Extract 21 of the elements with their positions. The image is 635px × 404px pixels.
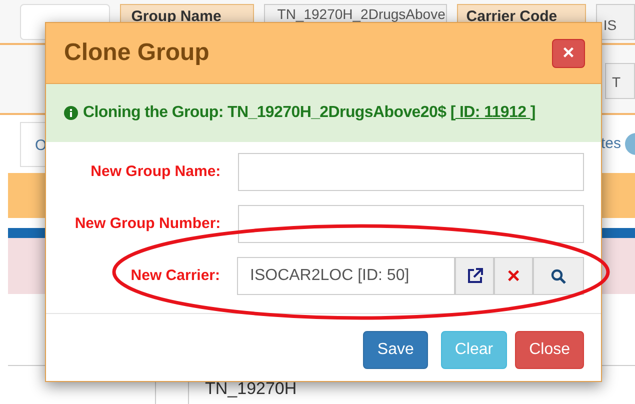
field-label: New Carrier: <box>130 266 220 286</box>
clear-button[interactable]: × <box>494 257 533 295</box>
external-link-icon <box>466 268 482 284</box>
search-icon <box>551 268 566 284</box>
input-field[interactable]: IS <box>596 4 635 40</box>
input-field[interactable] <box>238 205 584 243</box>
tab[interactable]: tes <box>600 132 621 156</box>
id-link[interactable]: ID: 11912 <box>455 104 530 121</box>
field-label: New Group Name: <box>90 162 221 182</box>
input-field[interactable]: T <box>605 63 635 99</box>
close-button[interactable]: × <box>552 38 585 68</box>
alert-message: Cloning the Group: TN_19270H_2DrugsAbove20$ [ ID: 11912 ] <box>83 103 536 123</box>
search-button[interactable] <box>533 257 584 295</box>
info-icon <box>64 106 78 120</box>
dialog-title: Clone Group <box>64 38 210 68</box>
save-button[interactable]: Save <box>363 331 428 369</box>
edit-button[interactable] <box>455 257 494 295</box>
field-label: New Group Number: <box>74 214 221 234</box>
input-field[interactable] <box>238 153 584 191</box>
input-field[interactable]: ISOCAR2LOC [ID: 50] <box>237 257 455 295</box>
close-button[interactable]: Close <box>515 331 584 369</box>
